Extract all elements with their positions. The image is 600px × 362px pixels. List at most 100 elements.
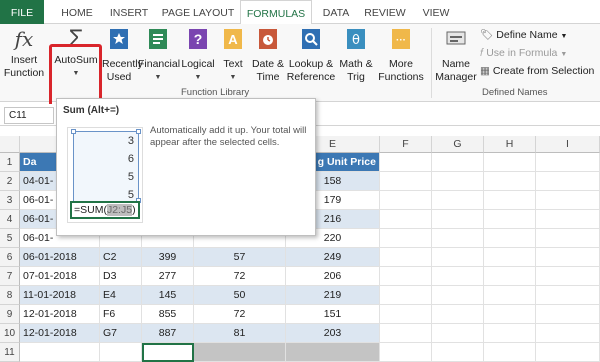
tab-view[interactable]: VIEW xyxy=(416,0,456,24)
cell-f9[interactable] xyxy=(380,305,432,324)
cell-f6[interactable] xyxy=(380,248,432,267)
cell-g4[interactable] xyxy=(432,210,484,229)
cell-e9[interactable]: 151 xyxy=(286,305,380,324)
cell-a7[interactable]: 07-01-2018 xyxy=(20,267,100,286)
define-name-button[interactable]: 🏷 Define Name ▼ xyxy=(480,28,567,43)
row-header[interactable]: 10 xyxy=(0,324,20,343)
cell-e6[interactable]: 249 xyxy=(286,248,380,267)
cell-g9[interactable] xyxy=(432,305,484,324)
name-box[interactable]: C11 xyxy=(4,107,54,124)
cell-a11[interactable] xyxy=(20,343,100,362)
cell-i3[interactable] xyxy=(536,191,600,210)
row-header[interactable]: 3 xyxy=(0,191,20,210)
cell-h5[interactable] xyxy=(484,229,536,248)
tab-formulas[interactable]: FORMULAS xyxy=(240,0,312,25)
cell-d11[interactable] xyxy=(194,343,286,362)
select-all-corner[interactable] xyxy=(0,136,20,153)
cell-g6[interactable] xyxy=(432,248,484,267)
cell-b9[interactable]: F6 xyxy=(100,305,142,324)
column-header-f[interactable]: F xyxy=(380,136,432,153)
more-functions-button[interactable]: ··· More Functions xyxy=(376,26,426,84)
cell-e7[interactable]: 206 xyxy=(286,267,380,286)
cell-d8[interactable]: 50 xyxy=(194,286,286,305)
cell-b10[interactable]: G7 xyxy=(100,324,142,343)
cell-h7[interactable] xyxy=(484,267,536,286)
cell-g8[interactable] xyxy=(432,286,484,305)
cell-f3[interactable] xyxy=(380,191,432,210)
math-trig-button[interactable]: θ Math & Trig xyxy=(336,26,376,84)
cell-f7[interactable] xyxy=(380,267,432,286)
cell-g5[interactable] xyxy=(432,229,484,248)
cell-a6[interactable]: 06-01-2018 xyxy=(20,248,100,267)
cell-i10[interactable] xyxy=(536,324,600,343)
cell-i2[interactable] xyxy=(536,172,600,191)
column-header-h[interactable]: H xyxy=(484,136,536,153)
cell-h6[interactable] xyxy=(484,248,536,267)
cell-b7[interactable]: D3 xyxy=(100,267,142,286)
cell-h3[interactable] xyxy=(484,191,536,210)
cell-d9[interactable]: 72 xyxy=(194,305,286,324)
cell-f8[interactable] xyxy=(380,286,432,305)
cell-d6[interactable]: 57 xyxy=(194,248,286,267)
cell-h1[interactable] xyxy=(484,153,536,172)
cell-f11[interactable] xyxy=(380,343,432,362)
cell-d10[interactable]: 81 xyxy=(194,324,286,343)
cell-i1[interactable] xyxy=(536,153,600,172)
cell-f5[interactable] xyxy=(380,229,432,248)
row-header[interactable]: 9 xyxy=(0,305,20,324)
row-header[interactable]: 11 xyxy=(0,343,20,362)
cell-i4[interactable] xyxy=(536,210,600,229)
cell-i5[interactable] xyxy=(536,229,600,248)
lookup-reference-button[interactable]: Lookup & Reference xyxy=(286,26,336,84)
tab-insert[interactable]: INSERT xyxy=(106,0,152,24)
recently-used-button[interactable]: Recently Used xyxy=(102,26,143,84)
row-header[interactable]: 1 xyxy=(0,153,20,172)
cell-a8[interactable]: 11-01-2018 xyxy=(20,286,100,305)
tab-home[interactable]: HOME xyxy=(52,0,102,24)
insert-function-button[interactable]: fx Insert Function xyxy=(2,26,46,80)
text-button[interactable]: A Text ▼ xyxy=(218,26,248,84)
cell-h4[interactable] xyxy=(484,210,536,229)
cell-f1[interactable] xyxy=(380,153,432,172)
cell-f4[interactable] xyxy=(380,210,432,229)
cell-h2[interactable] xyxy=(484,172,536,191)
cell-c9[interactable]: 855 xyxy=(142,305,194,324)
cell-b11[interactable] xyxy=(100,343,142,362)
cell-i9[interactable] xyxy=(536,305,600,324)
column-header-i[interactable]: I xyxy=(536,136,600,153)
row-header[interactable]: 5 xyxy=(0,229,20,248)
row-header[interactable]: 8 xyxy=(0,286,20,305)
cell-c10[interactable]: 887 xyxy=(142,324,194,343)
cell-h10[interactable] xyxy=(484,324,536,343)
row-header[interactable]: 6 xyxy=(0,248,20,267)
cell-a10[interactable]: 12-01-2018 xyxy=(20,324,100,343)
cell-g2[interactable] xyxy=(432,172,484,191)
cell-i8[interactable] xyxy=(536,286,600,305)
cell-b6[interactable]: C2 xyxy=(100,248,142,267)
cell-h11[interactable] xyxy=(484,343,536,362)
cell-i7[interactable] xyxy=(536,267,600,286)
name-manager-button[interactable]: Name Manager xyxy=(434,26,478,84)
cell-i6[interactable] xyxy=(536,248,600,267)
cell-c11[interactable] xyxy=(142,343,194,362)
row-header[interactable]: 7 xyxy=(0,267,20,286)
cell-c7[interactable]: 277 xyxy=(142,267,194,286)
column-header-g[interactable]: G xyxy=(432,136,484,153)
cell-e8[interactable]: 219 xyxy=(286,286,380,305)
cell-d7[interactable]: 72 xyxy=(194,267,286,286)
tab-page-layout[interactable]: PAGE LAYOUT xyxy=(160,0,236,24)
tab-review[interactable]: REVIEW xyxy=(362,0,408,24)
tab-file[interactable]: FILE xyxy=(0,0,44,24)
cell-c6[interactable]: 399 xyxy=(142,248,194,267)
date-time-button[interactable]: Date & Time xyxy=(250,26,286,84)
cell-e11[interactable] xyxy=(286,343,380,362)
cell-f2[interactable] xyxy=(380,172,432,191)
row-header[interactable]: 4 xyxy=(0,210,20,229)
cell-h8[interactable] xyxy=(484,286,536,305)
cell-g3[interactable] xyxy=(432,191,484,210)
cell-c8[interactable]: 145 xyxy=(142,286,194,305)
cell-g10[interactable] xyxy=(432,324,484,343)
tab-data[interactable]: DATA xyxy=(316,0,356,24)
cell-g7[interactable] xyxy=(432,267,484,286)
financial-button[interactable]: Financial ▼ xyxy=(138,26,180,84)
